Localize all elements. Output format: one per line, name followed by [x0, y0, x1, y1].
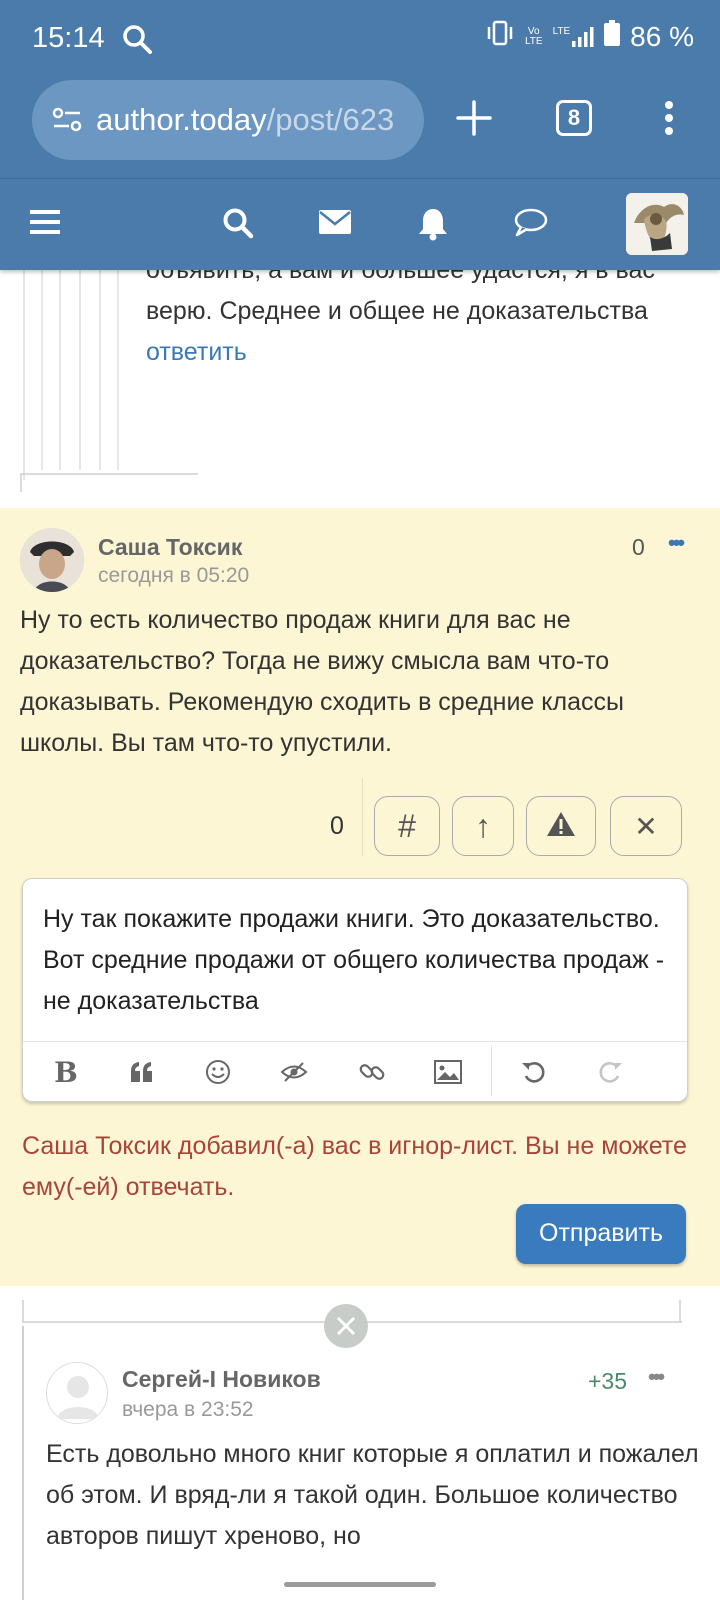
thread-line [22, 1326, 24, 1600]
editor-toolbar: B [23, 1041, 687, 1101]
previous-comment-text: объявить, а вам и большее удастся, я в в… [146, 270, 655, 325]
emoji-icon[interactable] [203, 1057, 233, 1087]
bell-icon[interactable] [418, 207, 448, 246]
status-time: 15:14 [32, 22, 105, 54]
parent-button[interactable]: ↑ [452, 796, 514, 856]
link-icon[interactable] [357, 1057, 387, 1087]
site-navbar [0, 178, 720, 270]
bold-icon[interactable]: B [51, 1056, 81, 1089]
avatar[interactable] [46, 1362, 108, 1424]
browser-toolbar: author.today/post/623 8 [0, 80, 720, 178]
thread-end-line [20, 473, 198, 492]
comment-author[interactable]: Сергей-I Новиков [122, 1366, 321, 1393]
new-tab-icon[interactable] [456, 98, 492, 143]
comment-author[interactable]: Саша Токсик [98, 534, 242, 561]
image-icon[interactable] [433, 1057, 463, 1087]
comment-date[interactable]: вчера в 23:52 [122, 1398, 254, 1422]
thread-lines [23, 270, 119, 480]
address-bar[interactable]: author.today/post/623 [32, 80, 424, 160]
status-bar: 15:14 Vo LTE LTE 86 % [0, 0, 720, 80]
comments-feed: объявить, а вам и большее удастся, я в в… [0, 270, 720, 1600]
status-indicators: Vo LTE LTE 86 % [485, 20, 694, 53]
user-avatar[interactable] [626, 193, 688, 255]
search-icon[interactable] [222, 207, 254, 244]
previous-comment: объявить, а вам и большее удастся, я в в… [146, 270, 706, 373]
reply-link[interactable]: ответить [146, 332, 706, 373]
chat-icon[interactable] [514, 207, 548, 242]
avatar[interactable] [20, 528, 84, 592]
close-reply-button[interactable]: ✕ [610, 796, 682, 856]
hash-icon: # [398, 807, 416, 844]
redo-icon[interactable] [595, 1057, 625, 1087]
hash-button[interactable]: # [374, 796, 440, 856]
comment-date[interactable]: сегодня в 05:20 [98, 564, 249, 588]
arrow-up-icon: ↑ [475, 807, 491, 844]
warning-icon [546, 808, 576, 845]
reply-textarea[interactable]: Ну так покажите продажи книги. Это доказ… [43, 899, 683, 1022]
close-icon: ✕ [634, 810, 658, 842]
site-settings-icon[interactable] [52, 106, 82, 139]
comment-more-button[interactable]: ••• [668, 530, 685, 556]
undo-icon[interactable] [519, 1057, 549, 1087]
battery-icon [604, 20, 621, 53]
menu-icon[interactable] [30, 207, 60, 242]
report-button[interactable] [526, 796, 596, 856]
comment-score: 0 [632, 534, 645, 560]
close-icon [336, 1316, 356, 1336]
ignore-warning: Саша Токсик добавил(-а) вас в игнор-лист… [22, 1132, 687, 1201]
signal-icon: LTE [553, 26, 595, 47]
comment-more-button[interactable]: ••• [648, 1364, 665, 1390]
search-icon [122, 24, 152, 59]
reply-editor[interactable]: Ну так покажите продажи книги. Это доказ… [22, 878, 688, 1102]
url-text: author.today/post/623 [96, 102, 395, 137]
highlighted-comment: Саша Токсик сегодня в 05:20 0 ••• Ну то … [0, 508, 720, 1286]
home-indicator[interactable] [284, 1582, 436, 1587]
send-button[interactable]: Отправить [516, 1204, 686, 1264]
comment-text: Ну то есть количество продаж книги для в… [20, 606, 624, 757]
mail-icon[interactable] [318, 207, 352, 242]
collapse-button[interactable] [324, 1304, 368, 1348]
comment-score: +35 [588, 1368, 628, 1394]
vote-count: 0 [330, 812, 344, 840]
tab-switcher-button[interactable]: 8 [556, 100, 592, 136]
toolbar-divider [491, 1046, 492, 1096]
volte-icon: Vo LTE [524, 25, 543, 47]
spoiler-icon[interactable] [279, 1057, 309, 1087]
browser-menu-icon[interactable] [664, 100, 674, 141]
battery-percent: 86 % [630, 20, 694, 52]
comment-text: Есть довольно много книг которые я оплат… [46, 1440, 699, 1550]
vibrate-icon [485, 20, 515, 53]
quote-icon[interactable] [127, 1057, 157, 1087]
divider [362, 778, 363, 856]
